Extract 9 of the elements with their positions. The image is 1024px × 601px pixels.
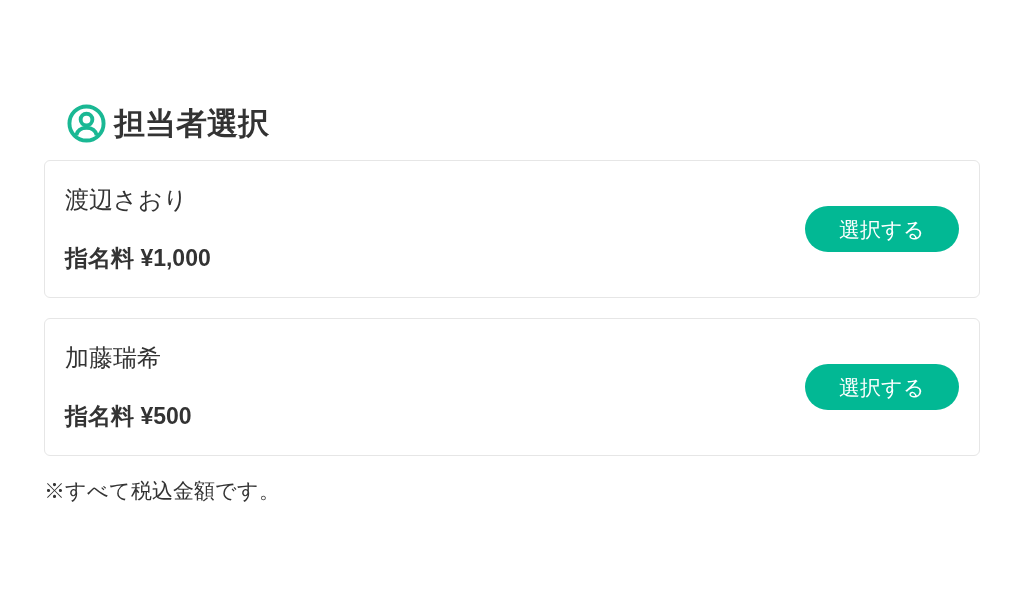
tax-note: ※すべて税込金額です。: [44, 480, 281, 501]
staff-name: 加藤瑞希: [65, 346, 162, 370]
nomination-fee: 指名料 ¥500: [65, 405, 192, 428]
user-circle-icon: [67, 103, 106, 143]
section-title: 担当者選択: [114, 107, 269, 139]
select-button[interactable]: 選択する: [805, 364, 959, 410]
nomination-fee: 指名料 ¥1,000: [65, 247, 211, 270]
staff-name: 渡辺さおり: [65, 188, 189, 212]
select-button[interactable]: 選択する: [805, 206, 959, 252]
